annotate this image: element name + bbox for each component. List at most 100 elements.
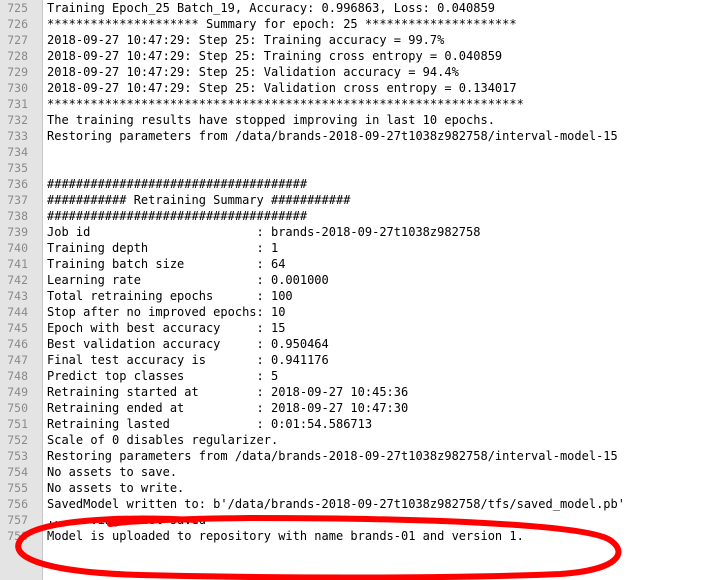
code-line[interactable]: 750 Retraining ended at : 2018-09-27 10:4…	[0, 400, 706, 416]
code-line[interactable]: 752 Scale of 0 disables regularizer.	[0, 432, 706, 448]
line-text[interactable]: 2018-09-27 10:47:29: Step 25: Training c…	[47, 48, 502, 64]
line-number: 735	[7, 161, 28, 175]
text-editor[interactable]: 725 Training Epoch_25 Batch_19, Accuracy:…	[0, 0, 706, 580]
code-line[interactable]: 725 Training Epoch_25 Batch_19, Accuracy:…	[0, 0, 706, 16]
code-line[interactable]: 742 Learning rate : 0.001000	[0, 272, 706, 288]
line-text[interactable]: Restoring parameters from /data/brands-2…	[47, 448, 618, 464]
code-line[interactable]: 753 Restoring parameters from /data/brand…	[0, 448, 706, 464]
line-text[interactable]: Restoring parameters from /data/brands-2…	[47, 128, 618, 144]
line-number: 757	[7, 513, 28, 527]
code-line[interactable]: 730 2018-09-27 10:47:29: Step 25: Validat…	[0, 80, 706, 96]
line-number: 756	[7, 497, 28, 511]
line-text[interactable]: 2018-09-27 10:47:29: Step 25: Training a…	[47, 32, 444, 48]
line-text[interactable]: Training depth : 1	[47, 240, 278, 256]
line-text[interactable]: Job id : brands-2018-09-27t1038z982758	[47, 224, 480, 240]
line-number: 758	[7, 529, 28, 543]
line-text[interactable]: 2018-09-27 10:47:29: Step 25: Validation…	[47, 64, 459, 80]
line-number: 750	[7, 401, 28, 415]
line-text[interactable]: ****************************************…	[47, 96, 524, 112]
line-number: 729	[7, 65, 28, 79]
line-text[interactable]: ########### Retraining Summary #########…	[47, 192, 350, 208]
line-number: 734	[7, 145, 28, 159]
code-line[interactable]: 726 ********************* Summary for epo…	[0, 16, 706, 32]
line-text[interactable]: Best validation accuracy : 0.950464	[47, 336, 329, 352]
line-number: 731	[7, 97, 28, 111]
code-line[interactable]: 728 2018-09-27 10:47:29: Step 25: Trainin…	[0, 48, 706, 64]
code-line[interactable]: 732 The training results have stopped imp…	[0, 112, 706, 128]
code-line[interactable]: 741 Training batch size : 64	[0, 256, 706, 272]
line-text[interactable]: Predict top classes : 5	[47, 368, 278, 384]
line-number: 733	[7, 129, 28, 143]
code-line[interactable]: 743 Total retraining epochs : 100	[0, 288, 706, 304]
line-text[interactable]: Training batch size : 64	[47, 256, 285, 272]
code-line[interactable]: 744 Stop after no improved epochs: 10	[0, 304, 706, 320]
line-number: 741	[7, 257, 28, 271]
line-number: 737	[7, 193, 28, 207]
line-text[interactable]: Learning rate : 0.001000	[47, 272, 329, 288]
line-number: 754	[7, 465, 28, 479]
code-line[interactable]: 739 Job id : brands-2018-09-27t1038z98275…	[0, 224, 706, 240]
line-number: 755	[7, 481, 28, 495]
code-line[interactable]: 756 SavedModel written to: b'/data/brands…	[0, 496, 706, 512]
line-number: 749	[7, 385, 28, 399]
code-line[interactable]: 745 Epoch with best accuracy : 15	[0, 320, 706, 336]
line-number: 730	[7, 81, 28, 95]
code-line[interactable]: 740 Training depth : 1	[0, 240, 706, 256]
line-text[interactable]: Total retraining epochs : 100	[47, 288, 293, 304]
line-number: 727	[7, 33, 28, 47]
line-number: 752	[7, 433, 28, 447]
code-line[interactable]: 738 ####################################	[0, 208, 706, 224]
line-text[interactable]: Scale of 0 disables regularizer.	[47, 432, 278, 448]
code-line[interactable]: 751 Retraining lasted : 0:01:54.586713	[0, 416, 706, 432]
code-line[interactable]: 748 Predict top classes : 5	[0, 368, 706, 384]
code-line[interactable]: 755 No assets to write.	[0, 480, 706, 496]
line-text[interactable]: ********************* Summary for epoch:…	[47, 16, 517, 32]
line-number: 742	[7, 273, 28, 287]
line-number: 751	[7, 417, 28, 431]
line-text[interactable]: The training results have stopped improv…	[47, 112, 495, 128]
line-text[interactable]: Final test accuracy is : 0.941176	[47, 352, 329, 368]
line-number: 746	[7, 337, 28, 351]
line-number: 738	[7, 209, 28, 223]
code-line[interactable]: 757 TF serving model saved	[0, 512, 706, 528]
code-line[interactable]: 736 ####################################	[0, 176, 706, 192]
line-number: 744	[7, 305, 28, 319]
line-text[interactable]: 2018-09-27 10:47:29: Step 25: Validation…	[47, 80, 517, 96]
line-text[interactable]: Model is uploaded to repository with nam…	[47, 528, 524, 544]
line-number: 740	[7, 241, 28, 255]
line-text[interactable]: ####################################	[47, 208, 307, 224]
line-number: 736	[7, 177, 28, 191]
code-line[interactable]: 734	[0, 144, 706, 160]
line-number: 726	[7, 17, 28, 31]
code-line[interactable]: 746 Best validation accuracy : 0.950464	[0, 336, 706, 352]
line-text[interactable]: TF serving model saved	[47, 521, 206, 528]
line-text[interactable]: Training Epoch_25 Batch_19, Accuracy: 0.…	[47, 0, 495, 16]
line-text[interactable]: No assets to save.	[47, 464, 177, 480]
line-number: 753	[7, 449, 28, 463]
code-line[interactable]: 737 ########### Retraining Summary ######…	[0, 192, 706, 208]
code-line[interactable]: 754 No assets to save.	[0, 464, 706, 480]
code-line[interactable]: 729 2018-09-27 10:47:29: Step 25: Validat…	[0, 64, 706, 80]
line-text[interactable]: Retraining lasted : 0:01:54.586713	[47, 416, 372, 432]
line-number: 747	[7, 353, 28, 367]
line-text[interactable]: Retraining started at : 2018-09-27 10:45…	[47, 384, 408, 400]
line-text[interactable]: Epoch with best accuracy : 15	[47, 320, 285, 336]
line-text[interactable]: No assets to write.	[47, 480, 184, 496]
code-line[interactable]: 731 *************************************…	[0, 96, 706, 112]
code-line[interactable]: 727 2018-09-27 10:47:29: Step 25: Trainin…	[0, 32, 706, 48]
line-text[interactable]: Retraining ended at : 2018-09-27 10:47:3…	[47, 400, 408, 416]
line-text[interactable]: SavedModel written to: b'/data/brands-20…	[47, 496, 625, 512]
line-number: 728	[7, 49, 28, 63]
line-number: 739	[7, 225, 28, 239]
code-line[interactable]: 758 Model is uploaded to repository with …	[0, 528, 706, 544]
code-line[interactable]: 733 Restoring parameters from /data/brand…	[0, 128, 706, 144]
line-text[interactable]: ####################################	[47, 176, 307, 192]
code-line[interactable]: 735	[0, 160, 706, 176]
line-number: 732	[7, 113, 28, 127]
code-line[interactable]: 747 Final test accuracy is : 0.941176	[0, 352, 706, 368]
line-number: 745	[7, 321, 28, 335]
line-text[interactable]: Stop after no improved epochs: 10	[47, 304, 285, 320]
line-number: 748	[7, 369, 28, 383]
code-line[interactable]: 749 Retraining started at : 2018-09-27 10…	[0, 384, 706, 400]
line-number: 725	[7, 1, 28, 15]
